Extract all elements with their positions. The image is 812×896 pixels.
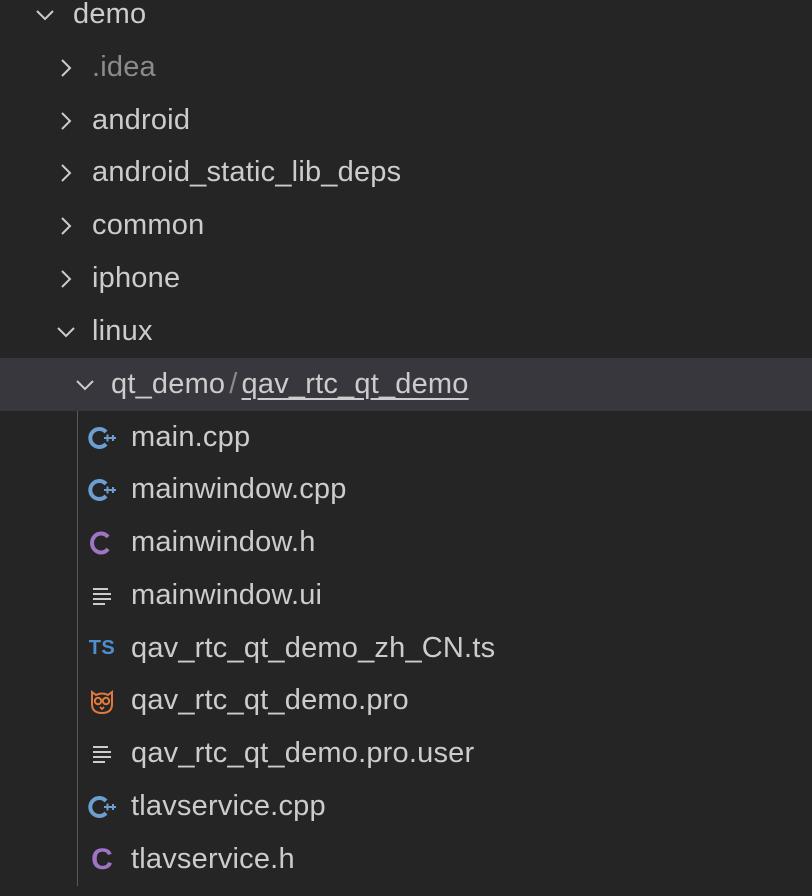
file-label: main.cpp: [131, 421, 251, 453]
file-label: mainwindow.cpp: [131, 473, 347, 505]
tree-row-file[interactable]: main.cpp: [0, 411, 812, 464]
tree-row-file[interactable]: qav_rtc_qt_demo.pro: [0, 674, 812, 727]
folder-label: iphone: [92, 262, 181, 294]
c-header-icon: C: [91, 842, 113, 876]
tree-row-file[interactable]: tlavservice.cpp: [0, 780, 812, 833]
compact-folder-child[interactable]: qav_rtc_qt_demo: [242, 368, 469, 400]
cpp-icon: [86, 411, 118, 464]
tree-row-android-static-lib-deps[interactable]: android_static_lib_deps: [0, 146, 812, 199]
tree-row-file[interactable]: mainwindow.cpp: [0, 463, 812, 516]
chevron-right-icon[interactable]: [54, 199, 78, 252]
folder-label: common: [92, 209, 205, 241]
chevron-down-icon[interactable]: [33, 0, 57, 41]
chevron-right-icon[interactable]: [54, 252, 78, 305]
text-lines-icon: [86, 569, 118, 622]
tree-row-demo[interactable]: demo: [0, 0, 812, 41]
file-label: mainwindow.ui: [131, 579, 323, 611]
tree-row-idea[interactable]: .idea: [0, 41, 812, 94]
file-label: qav_rtc_qt_demo.pro.user: [131, 737, 475, 769]
folder-label: linux: [92, 315, 153, 347]
chevron-down-icon[interactable]: [54, 305, 78, 358]
path-separator: /: [229, 368, 238, 400]
tree-row-file[interactable]: mainwindow.ui: [0, 569, 812, 622]
chevron-right-icon[interactable]: [54, 146, 78, 199]
typescript-icon: TS: [88, 637, 116, 659]
file-label: tlavservice.cpp: [131, 790, 326, 822]
text-lines-icon: [86, 727, 118, 780]
chevron-right-icon[interactable]: [54, 94, 78, 147]
chevron-down-icon[interactable]: [73, 358, 97, 411]
file-label: qav_rtc_qt_demo_zh_CN.ts: [131, 632, 496, 664]
folder-label: demo: [73, 0, 147, 30]
file-explorer-tree: demo .idea android android_static_lib_de…: [0, 0, 812, 896]
folder-label: android: [92, 104, 191, 136]
compact-folder-label: qt_demo / qav_rtc_qt_demo: [111, 358, 469, 411]
cpp-icon: [86, 780, 118, 833]
tree-row-file[interactable]: C tlavservice.h: [0, 833, 812, 886]
tree-row-linux[interactable]: linux: [0, 305, 812, 358]
tree-row-common[interactable]: common: [0, 199, 812, 252]
tree-row-file[interactable]: TS qav_rtc_qt_demo_zh_CN.ts: [0, 622, 812, 675]
folder-label: android_static_lib_deps: [92, 156, 402, 188]
owl-icon: [86, 674, 118, 727]
file-label: qav_rtc_qt_demo.pro: [131, 684, 409, 716]
folder-label: .idea: [92, 51, 156, 83]
tree-row-android[interactable]: android: [0, 94, 812, 147]
tree-row-iphone[interactable]: iphone: [0, 252, 812, 305]
cpp-icon: [86, 463, 118, 516]
file-label: mainwindow.h: [131, 526, 316, 558]
chevron-right-icon[interactable]: [54, 41, 78, 94]
file-label: tlavservice.h: [131, 843, 295, 875]
compact-folder-parent[interactable]: qt_demo: [111, 368, 225, 400]
tree-row-qt-demo-compact[interactable]: qt_demo / qav_rtc_qt_demo: [0, 358, 812, 411]
c-header-icon: [86, 516, 118, 569]
tree-row-file[interactable]: mainwindow.h: [0, 516, 812, 569]
tree-row-file[interactable]: qav_rtc_qt_demo.pro.user: [0, 727, 812, 780]
